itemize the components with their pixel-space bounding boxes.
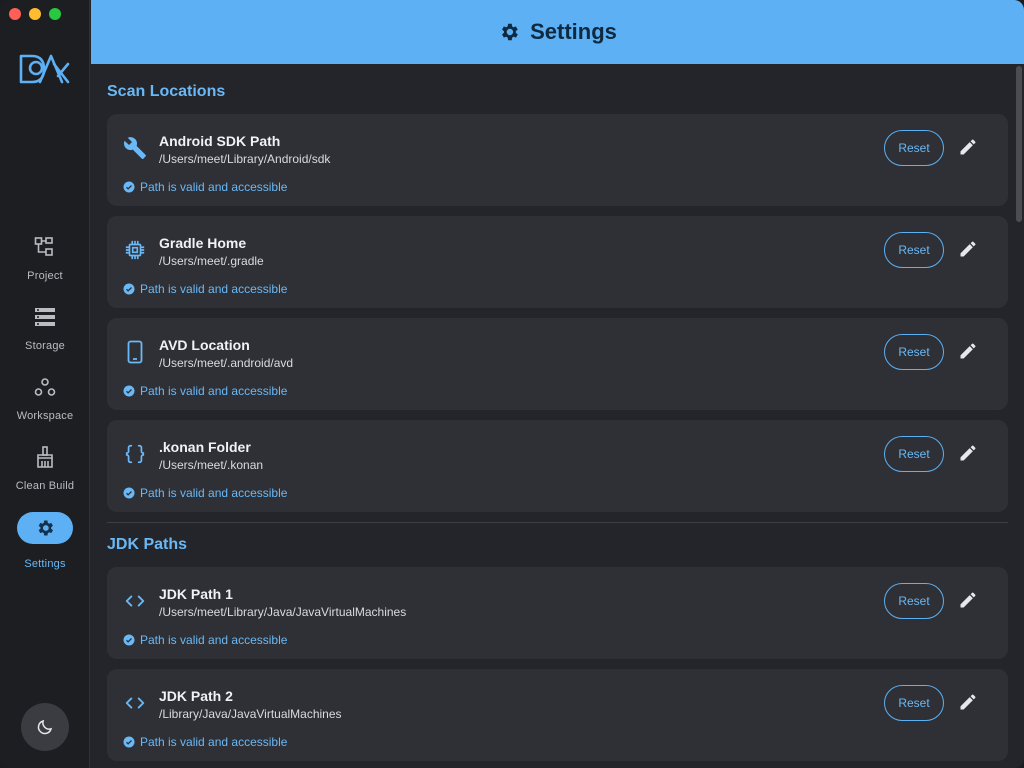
gear-icon [17, 512, 73, 544]
path-name: JDK Path 1 [159, 586, 233, 602]
scrollbar-thumb[interactable] [1016, 66, 1022, 222]
chip-icon [123, 238, 147, 262]
path-status: Path is valid and accessible [123, 486, 287, 500]
path-status: Path is valid and accessible [123, 384, 287, 398]
sidebar-item-storage[interactable]: Storage [0, 306, 90, 366]
wrench-icon [123, 136, 147, 160]
phone-icon [123, 340, 147, 364]
edit-button[interactable] [955, 338, 981, 364]
path-status-text: Path is valid and accessible [140, 384, 288, 398]
pencil-icon [960, 694, 976, 710]
theme-toggle-button[interactable] [21, 703, 69, 751]
path-status: Path is valid and accessible [123, 633, 287, 647]
reset-button[interactable]: Reset [884, 130, 944, 166]
check-circle-icon [123, 736, 135, 748]
reset-button[interactable]: Reset [884, 232, 944, 268]
reset-button[interactable]: Reset [884, 436, 944, 472]
sidebar-item-label: Clean Build [15, 480, 75, 492]
sidebar-item-settings[interactable]: Settings [0, 512, 90, 584]
path-value: /Users/meet/.android/avd [159, 356, 294, 370]
edit-button[interactable] [955, 440, 981, 466]
sidebar-item-workspace[interactable]: Workspace [0, 376, 90, 436]
sidebar-item-project[interactable]: Project [0, 236, 90, 296]
section-divider [107, 522, 1008, 523]
path-card-jdk-2: JDK Path 2 /Library/Java/JavaVirtualMach… [107, 669, 1008, 761]
minimize-window-button[interactable] [29, 8, 41, 20]
path-status-text: Path is valid and accessible [140, 486, 288, 500]
braces-icon [123, 442, 147, 466]
app-window: Project Storage Workspace Clean Build Se… [0, 0, 1024, 768]
app-logo [19, 54, 70, 84]
sidebar: Project Storage Workspace Clean Build Se… [0, 0, 90, 768]
page-title: Settings [530, 19, 617, 44]
reset-button[interactable]: Reset [884, 583, 944, 619]
path-name: AVD Location [159, 337, 250, 353]
pencil-icon [960, 343, 976, 359]
check-circle-icon [123, 385, 135, 397]
edit-button[interactable] [955, 134, 981, 160]
check-circle-icon [123, 487, 135, 499]
path-status-text: Path is valid and accessible [140, 282, 288, 296]
path-value: /Users/meet/.gradle [159, 254, 264, 268]
workspace-icon [29, 376, 61, 398]
path-value: /Users/meet/Library/Java/JavaVirtualMach… [159, 605, 407, 619]
close-window-button[interactable] [9, 8, 21, 20]
sidebar-item-label: Workspace [16, 410, 74, 422]
path-status: Path is valid and accessible [123, 282, 287, 296]
pencil-icon [960, 139, 976, 155]
path-status-text: Path is valid and accessible [140, 180, 288, 194]
path-name: Gradle Home [159, 235, 247, 251]
path-status: Path is valid and accessible [123, 180, 287, 194]
path-name: JDK Path 2 [159, 688, 233, 704]
path-value: /Users/meet/Library/Android/sdk [159, 152, 331, 166]
edit-button[interactable] [955, 236, 981, 262]
code-icon [123, 589, 147, 613]
page-header: Settings [91, 0, 1024, 64]
section-title-jdk-paths: JDK Paths [107, 536, 188, 553]
check-circle-icon [123, 283, 135, 295]
sidebar-item-label: Storage [25, 340, 65, 352]
path-card-gradle-home: Gradle Home /Users/meet/.gradle Path is … [107, 216, 1008, 308]
project-icon [29, 236, 61, 258]
path-value: /Library/Java/JavaVirtualMachines [159, 707, 342, 721]
moon-icon [37, 719, 53, 735]
check-circle-icon [123, 634, 135, 646]
path-status-text: Path is valid and accessible [140, 735, 288, 749]
path-card-jdk-1: JDK Path 1 /Users/meet/Library/Java/Java… [107, 567, 1008, 659]
content-scrollbar[interactable] [1016, 64, 1022, 768]
reset-button[interactable]: Reset [884, 334, 944, 370]
gear-icon [502, 23, 518, 41]
pencil-icon [960, 445, 976, 461]
broom-icon [29, 446, 61, 468]
path-status: Path is valid and accessible [123, 735, 287, 749]
path-name: Android SDK Path [159, 133, 281, 149]
path-card-konan-folder: .konan Folder /Users/meet/.konan Path is… [107, 420, 1008, 512]
section-title-scan-locations: Scan Locations [107, 83, 226, 100]
window-controls [9, 8, 61, 20]
path-value: /Users/meet/.konan [159, 458, 264, 472]
sidebar-item-label: Settings [24, 558, 66, 570]
sidebar-item-clean-build[interactable]: Clean Build [0, 446, 90, 506]
storage-icon [29, 306, 61, 328]
settings-content: Scan Locations Android SDK Path /Users/m… [91, 64, 1024, 768]
path-name: .konan Folder [159, 439, 251, 455]
pencil-icon [960, 241, 976, 257]
pencil-icon [960, 592, 976, 608]
path-card-avd-location: AVD Location /Users/meet/.android/avd Pa… [107, 318, 1008, 410]
path-status-text: Path is valid and accessible [140, 633, 288, 647]
path-card-android-sdk: Android SDK Path /Users/meet/Library/And… [107, 114, 1008, 206]
edit-button[interactable] [955, 689, 981, 715]
zoom-window-button[interactable] [49, 8, 61, 20]
sidebar-item-label: Project [27, 270, 63, 282]
code-icon [123, 691, 147, 715]
check-circle-icon [123, 181, 135, 193]
edit-button[interactable] [955, 587, 981, 613]
reset-button[interactable]: Reset [884, 685, 944, 721]
